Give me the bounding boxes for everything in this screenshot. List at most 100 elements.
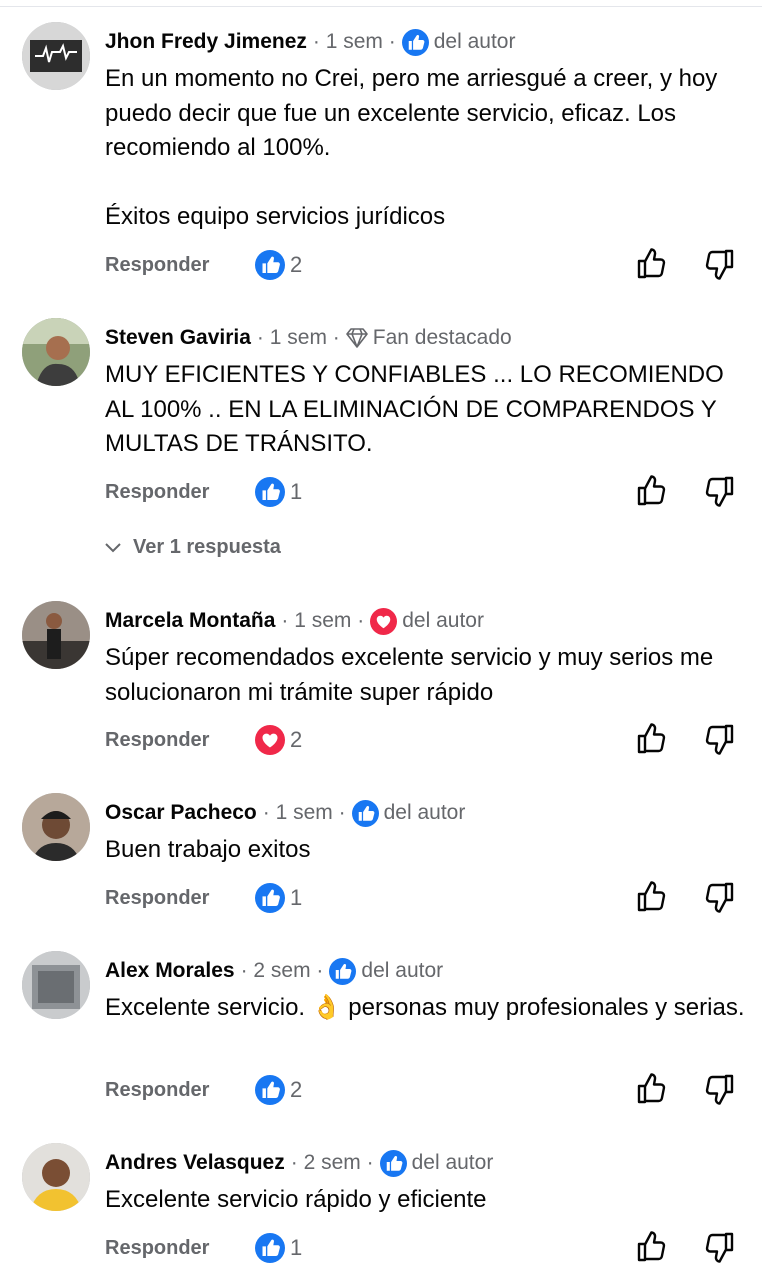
- comment-actions: Responder 1: [0, 473, 762, 513]
- timestamp[interactable]: · 1 sem ·: [257, 326, 340, 350]
- thumbs-up-icon: [637, 475, 666, 506]
- author-name[interactable]: Steven Gaviria: [105, 326, 251, 350]
- thumbs-up-icon: [637, 248, 666, 279]
- reaction-summary[interactable]: 1: [255, 477, 302, 507]
- timestamp[interactable]: · 2 sem ·: [241, 959, 324, 983]
- avatar[interactable]: [22, 1143, 90, 1211]
- downvote-button[interactable]: [703, 1071, 737, 1107]
- reaction-count: 2: [290, 252, 303, 277]
- upvote-button[interactable]: [634, 1071, 668, 1107]
- avatar[interactable]: [22, 22, 90, 90]
- like-icon: [255, 883, 285, 913]
- comment-header: Marcela Montaña · 1 sem · del autor: [105, 607, 484, 635]
- reply-button[interactable]: Responder: [105, 1237, 209, 1260]
- comment-text: Excelente servicio rápido y eficiente: [105, 1186, 487, 1213]
- author-badge: del autor: [401, 28, 516, 56]
- comment-text: Súper recomendados excelente servicio y …: [105, 644, 720, 706]
- reaction-count: 1: [290, 479, 303, 504]
- avatar[interactable]: [22, 951, 90, 1019]
- avatar[interactable]: [22, 318, 90, 386]
- thumbs-up-icon: [637, 881, 666, 912]
- badge-label: del autor: [361, 959, 444, 982]
- comment-header: Steven Gaviria · 1 sem · Fan destacado: [105, 324, 512, 352]
- downvote-button[interactable]: [703, 246, 737, 282]
- reply-button[interactable]: Responder: [105, 729, 209, 752]
- reaction-summary[interactable]: 1: [255, 1233, 302, 1263]
- avatar[interactable]: [22, 793, 90, 861]
- view-replies-label: Ver 1 respuesta: [133, 536, 281, 558]
- reaction-count: 2: [290, 1077, 303, 1102]
- author-name[interactable]: Jhon Fredy Jimenez: [105, 30, 307, 54]
- upvote-button[interactable]: [634, 721, 668, 757]
- reply-button[interactable]: Responder: [105, 887, 209, 910]
- chevron-down-icon: [105, 542, 121, 552]
- comment-actions: Responder 2: [0, 246, 762, 286]
- like-icon: [351, 799, 379, 827]
- comment-text: En un momento no Crei, pero me arriesgué…: [105, 65, 718, 230]
- thumbs-down-icon: [705, 249, 734, 280]
- timestamp[interactable]: · 1 sem ·: [281, 609, 364, 633]
- thumbs-up-icon: [637, 723, 666, 754]
- reply-button[interactable]: Responder: [105, 254, 209, 277]
- reaction-summary[interactable]: 1: [255, 883, 302, 913]
- author-badge: del autor: [329, 957, 444, 985]
- reaction-count: 2: [290, 727, 303, 752]
- heart-icon: [370, 607, 398, 635]
- thumbs-down-icon: [705, 1074, 734, 1105]
- like-icon: [255, 250, 285, 280]
- reply-button[interactable]: Responder: [105, 481, 209, 504]
- like-icon: [329, 957, 357, 985]
- timestamp[interactable]: · 1 sem ·: [313, 30, 396, 54]
- like-icon: [401, 28, 429, 56]
- badge-label: del autor: [411, 1151, 494, 1174]
- diamond-icon: [345, 328, 368, 348]
- badge-label: del autor: [433, 30, 516, 53]
- comment-header: Andres Velasquez · 2 sem · del autor: [105, 1149, 493, 1177]
- thumbs-down-icon: [705, 882, 734, 913]
- timestamp[interactable]: · 1 sem ·: [263, 801, 346, 825]
- author-name[interactable]: Oscar Pacheco: [105, 801, 257, 825]
- reaction-count: 1: [290, 1235, 303, 1260]
- upvote-button[interactable]: [634, 473, 668, 509]
- timestamp[interactable]: · 2 sem ·: [291, 1151, 374, 1175]
- author-name[interactable]: Andres Velasquez: [105, 1151, 285, 1175]
- thumbs-down-icon: [705, 476, 734, 507]
- comment-header: Jhon Fredy Jimenez · 1 sem · del autor: [105, 28, 515, 56]
- upvote-button[interactable]: [634, 246, 668, 282]
- author-name[interactable]: Alex Morales: [105, 959, 235, 983]
- reaction-summary[interactable]: 2: [255, 725, 302, 755]
- author-badge: Fan destacado: [345, 326, 512, 350]
- comment-header: Oscar Pacheco · 1 sem · del autor: [105, 799, 465, 827]
- comment-header: Alex Morales · 2 sem · del autor: [105, 957, 443, 985]
- thumbs-up-icon: [637, 1073, 666, 1104]
- badge-label: del autor: [402, 609, 484, 632]
- comment-text: Excelente servicio. 👌 personas muy profe…: [105, 994, 745, 1021]
- badge-label: Fan destacado: [372, 326, 512, 349]
- reaction-summary[interactable]: 2: [255, 1075, 302, 1105]
- upvote-button[interactable]: [634, 1229, 668, 1265]
- like-icon: [379, 1149, 407, 1177]
- downvote-button[interactable]: [703, 1229, 737, 1265]
- thumbs-down-icon: [705, 1232, 734, 1263]
- comment-text: MUY EFICIENTES Y CONFIABLES ... LO RECOM…: [105, 361, 730, 457]
- comment-text: Buen trabajo exitos: [105, 836, 311, 863]
- downvote-button[interactable]: [703, 473, 737, 509]
- reaction-count: 1: [290, 885, 303, 910]
- thumbs-up-icon: [637, 1231, 666, 1262]
- upvote-button[interactable]: [634, 879, 668, 915]
- comment-actions: Responder 2: [0, 1071, 762, 1111]
- view-replies-button[interactable]: Ver 1 respuesta: [105, 536, 281, 559]
- author-name[interactable]: Marcela Montaña: [105, 609, 275, 633]
- author-badge: del autor: [370, 607, 484, 635]
- like-icon: [255, 477, 285, 507]
- comment-actions: Responder 2: [0, 721, 762, 761]
- reply-button[interactable]: Responder: [105, 1079, 209, 1102]
- thumbs-down-icon: [705, 724, 734, 755]
- downvote-button[interactable]: [703, 879, 737, 915]
- reaction-summary[interactable]: 2: [255, 250, 302, 280]
- top-divider: [0, 6, 762, 7]
- downvote-button[interactable]: [703, 721, 737, 757]
- comment-actions: Responder 1: [0, 1229, 762, 1269]
- badge-label: del autor: [383, 801, 466, 824]
- avatar[interactable]: [22, 601, 90, 669]
